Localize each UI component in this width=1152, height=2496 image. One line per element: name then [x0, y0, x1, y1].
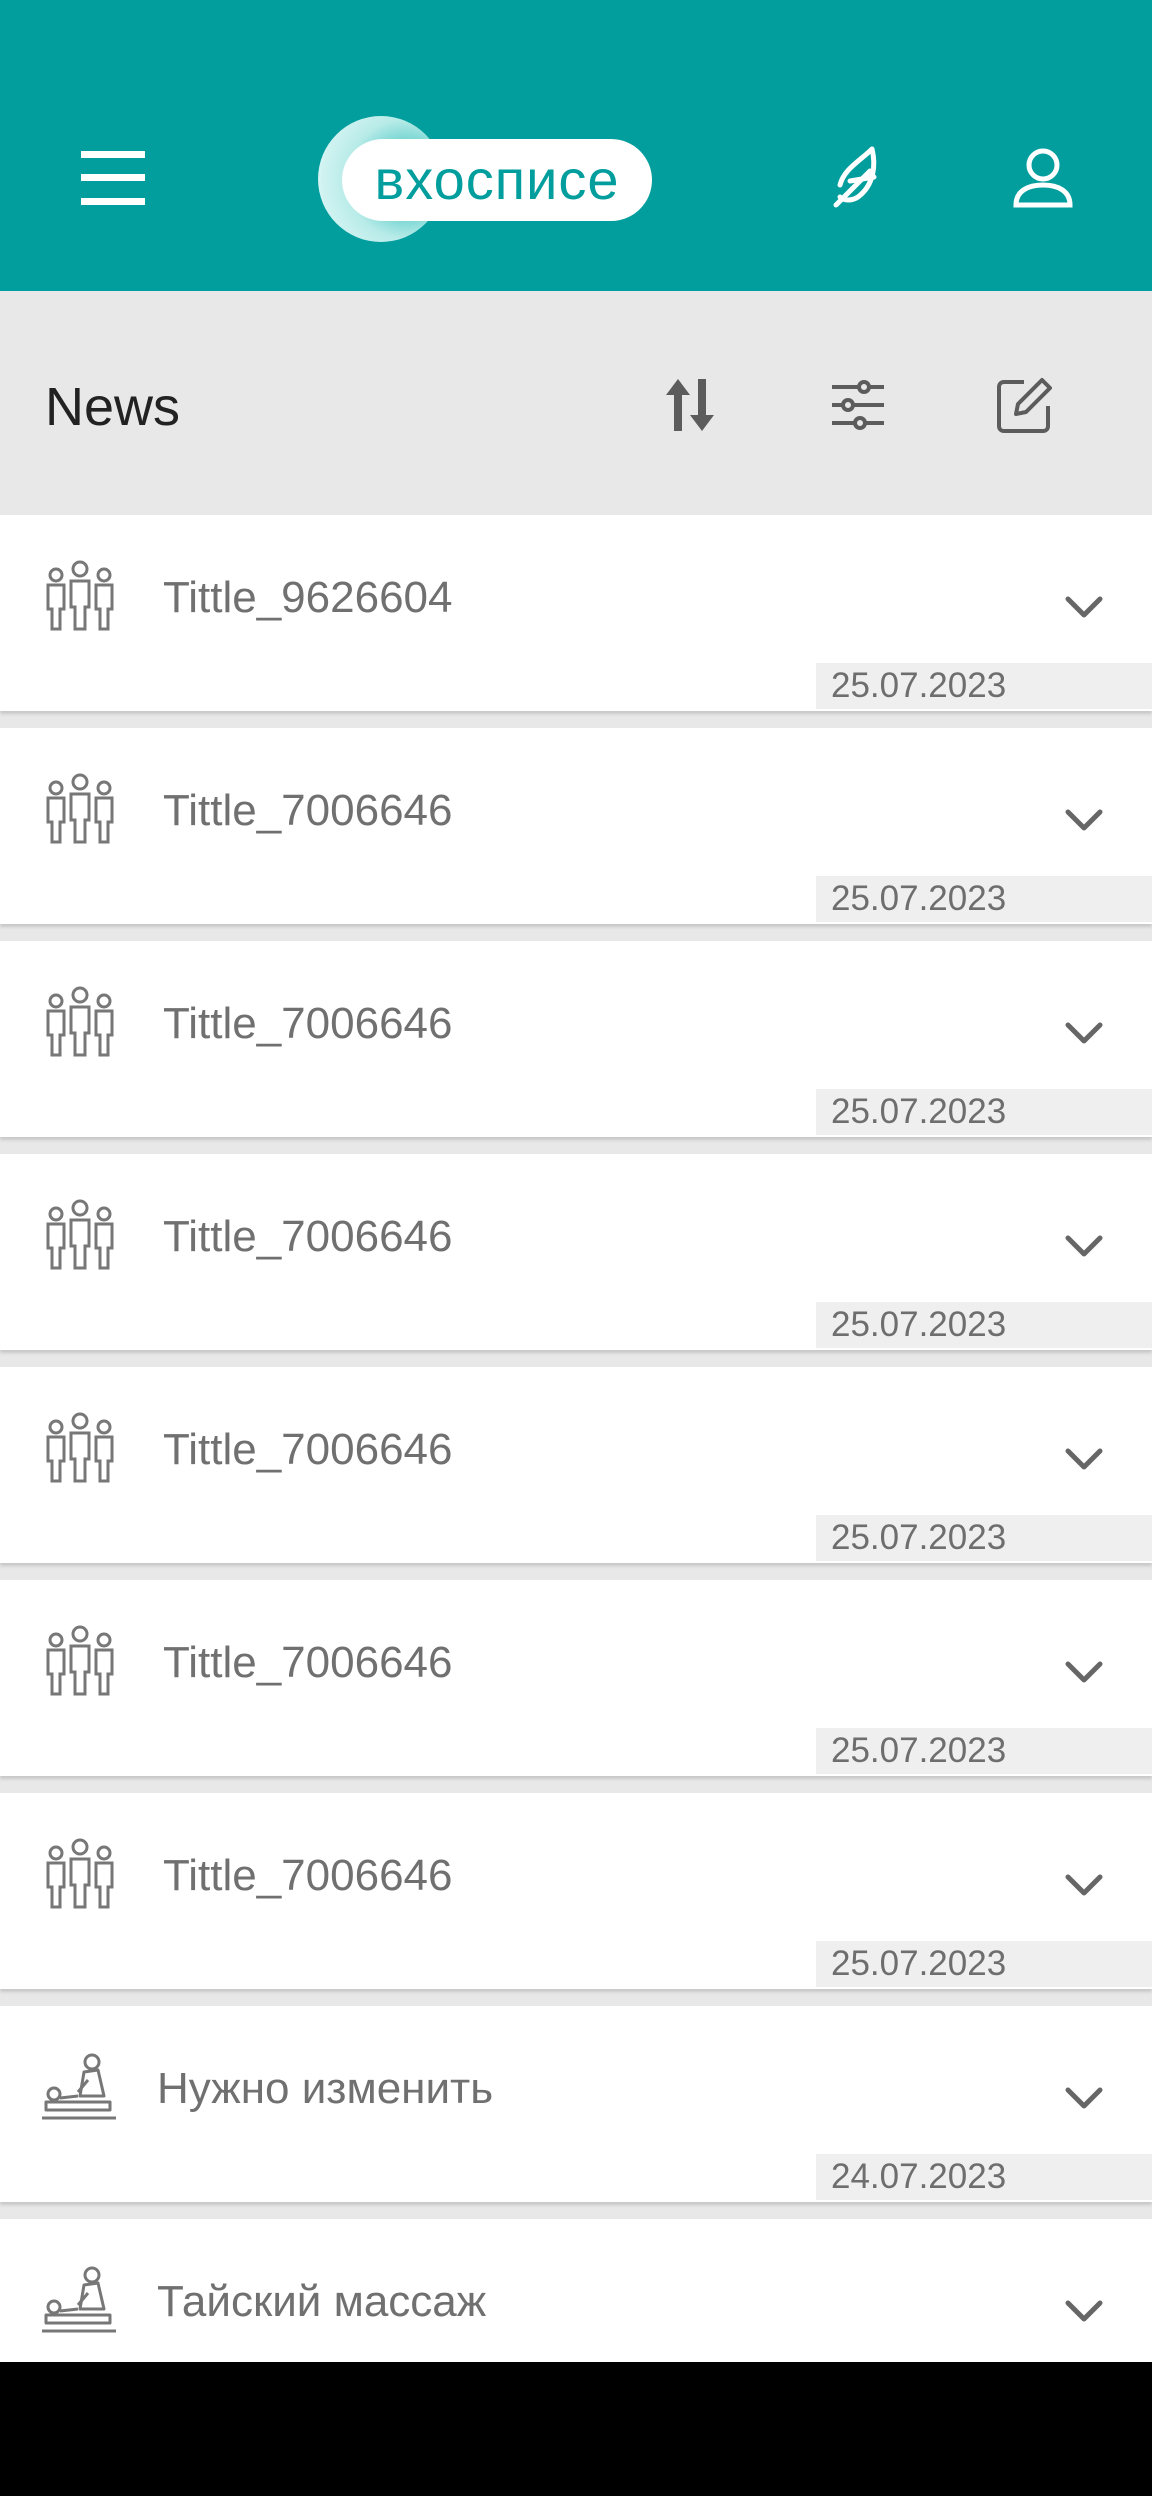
feather-icon	[833, 146, 877, 208]
system-nav-bar	[0, 2362, 1152, 2496]
news-date: 25.07.2023	[816, 1302, 1152, 1348]
chevron-down-icon[interactable]	[1054, 1855, 1114, 1915]
news-date: 24.07.2023	[816, 2154, 1152, 2200]
news-date: 25.07.2023	[816, 1089, 1152, 1135]
news-card[interactable]: Tittle_7006646 25.07.2023	[0, 1580, 1152, 1776]
sort-icon	[666, 379, 714, 431]
edit-button[interactable]	[975, 355, 1075, 455]
news-card[interactable]: Tittle_7006646 25.07.2023	[0, 728, 1152, 924]
news-title: Tittle_7006646	[163, 786, 453, 835]
people-group-icon	[46, 773, 114, 844]
filter-button[interactable]	[808, 355, 908, 455]
people-group-icon	[46, 1625, 114, 1696]
logo-text: вхосписе	[374, 148, 620, 211]
sliders-icon	[832, 380, 884, 430]
chevron-down-icon[interactable]	[1054, 2281, 1114, 2341]
chevron-down-icon[interactable]	[1054, 1216, 1114, 1276]
news-date: 25.07.2023	[816, 876, 1152, 922]
logo-pill: вхосписе	[342, 139, 652, 221]
people-group-icon	[46, 1838, 114, 1909]
chevron-down-icon[interactable]	[1054, 790, 1114, 850]
news-list: Tittle_9626604 25.07.2023 Tittle_7006646…	[0, 515, 1152, 2432]
news-title: Тайский массаж	[157, 2277, 487, 2326]
people-group-icon	[46, 1412, 114, 1483]
chevron-down-icon[interactable]	[1054, 1429, 1114, 1489]
news-date: 25.07.2023	[816, 1728, 1152, 1774]
news-title: Tittle_7006646	[163, 999, 453, 1048]
news-card[interactable]: Tittle_7006646 25.07.2023	[0, 1793, 1152, 1989]
news-card[interactable]: Tittle_7006646 25.07.2023	[0, 941, 1152, 1137]
people-group-icon	[46, 560, 114, 631]
news-title: Tittle_7006646	[163, 1212, 453, 1261]
chevron-down-icon[interactable]	[1054, 1642, 1114, 1702]
menu-button[interactable]	[60, 130, 166, 226]
hamburger-icon	[81, 151, 145, 205]
edit-icon	[997, 378, 1052, 433]
app-bar: вхосписе	[0, 0, 1152, 291]
news-title: Tittle_9626604	[163, 573, 453, 622]
news-card[interactable]: Нужно изменить 24.07.2023	[0, 2006, 1152, 2202]
massage-icon	[42, 2053, 116, 2120]
chevron-down-icon[interactable]	[1054, 577, 1114, 637]
news-card[interactable]: Tittle_7006646 25.07.2023	[0, 1154, 1152, 1350]
chevron-down-icon[interactable]	[1054, 1003, 1114, 1063]
feather-button[interactable]	[810, 130, 916, 226]
news-card[interactable]: Tittle_7006646 25.07.2023	[0, 1367, 1152, 1563]
chevron-down-icon[interactable]	[1054, 2068, 1114, 2128]
news-card[interactable]: Tittle_9626604 25.07.2023	[0, 515, 1152, 711]
massage-icon	[42, 2266, 116, 2333]
news-title: Нужно изменить	[157, 2064, 494, 2113]
user-icon	[1013, 148, 1073, 208]
people-group-icon	[46, 1199, 114, 1270]
profile-button[interactable]	[990, 130, 1096, 226]
news-date: 25.07.2023	[816, 1515, 1152, 1561]
news-date: 25.07.2023	[816, 663, 1152, 709]
page-title: News	[45, 377, 181, 437]
app-logo[interactable]: вхосписе	[318, 112, 658, 246]
people-group-icon	[46, 986, 114, 1057]
news-title: Tittle_7006646	[163, 1851, 453, 1900]
news-title: Tittle_7006646	[163, 1425, 453, 1474]
sort-button[interactable]	[640, 355, 740, 455]
news-title: Tittle_7006646	[163, 1638, 453, 1687]
news-date: 25.07.2023	[816, 1941, 1152, 1987]
